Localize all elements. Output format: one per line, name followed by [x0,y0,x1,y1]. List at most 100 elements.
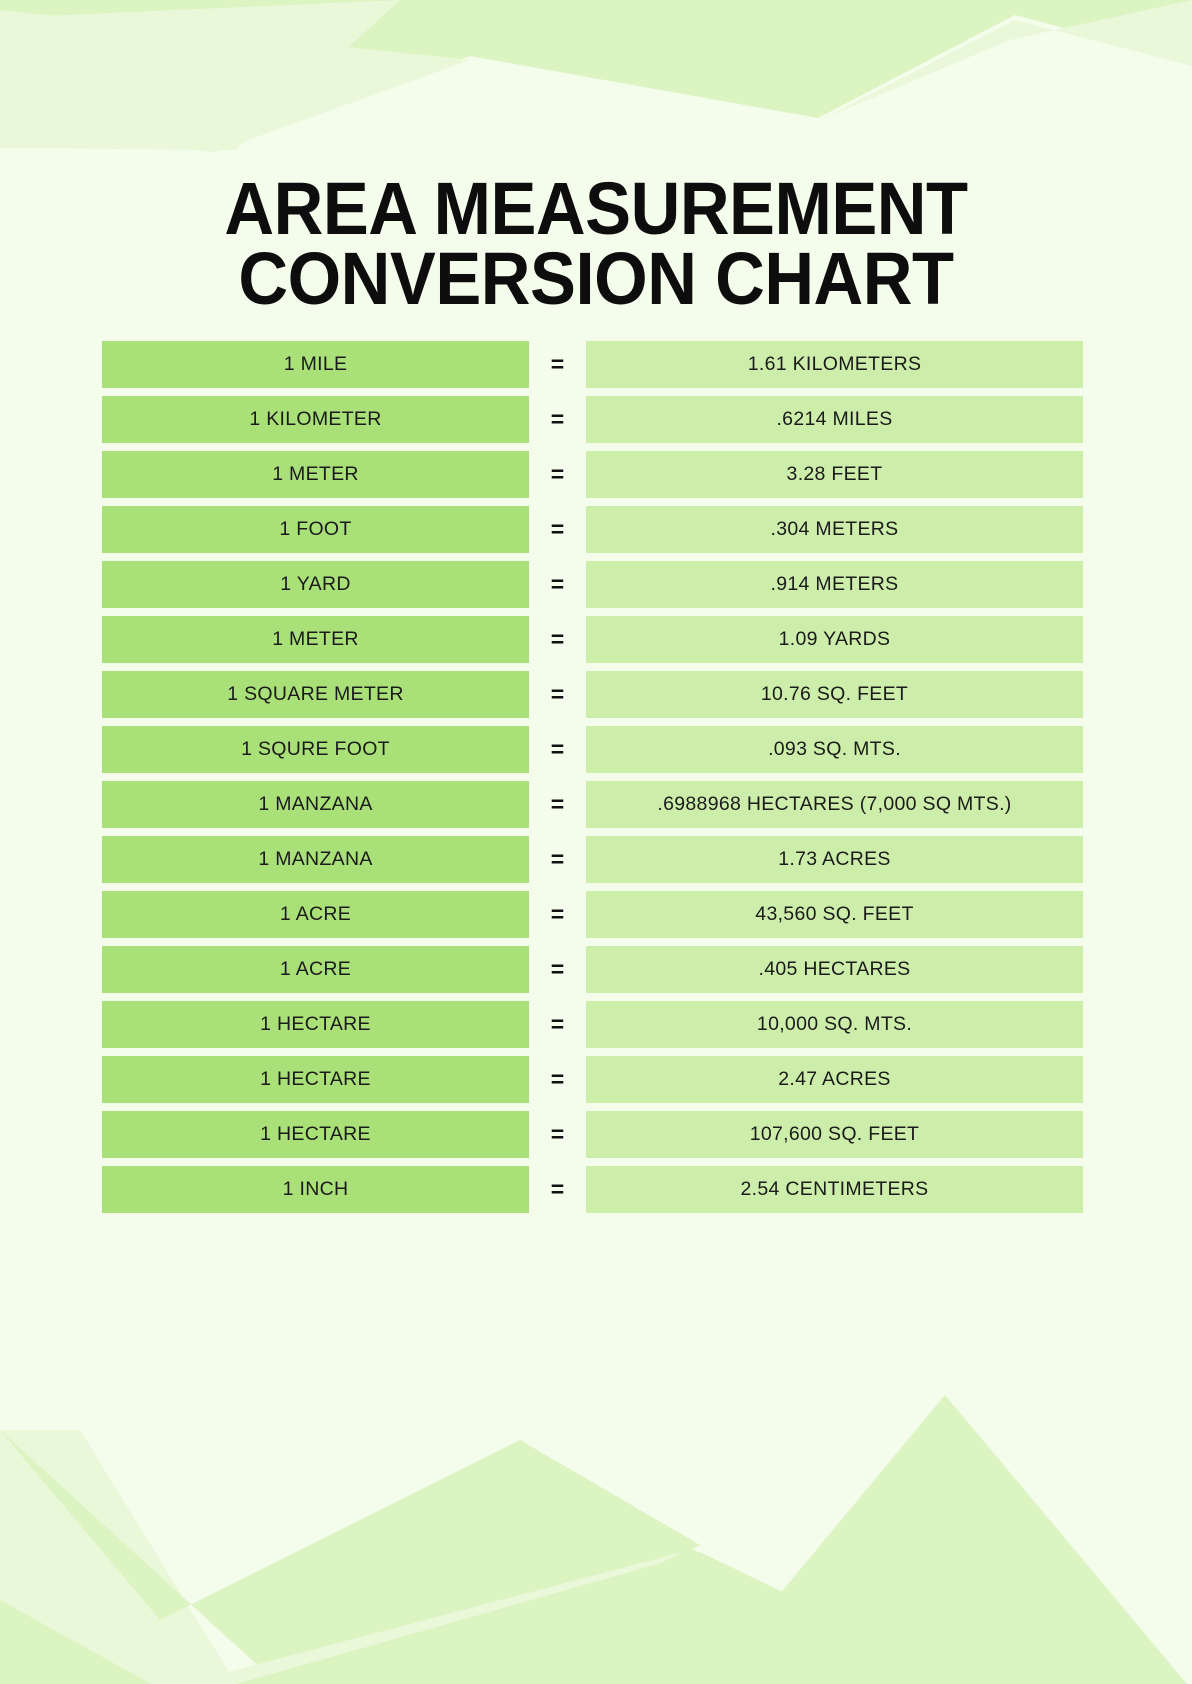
value-cell: .093 SQ. MTS. [586,726,1083,773]
equals-sign: = [550,406,565,432]
equals-sign: = [550,846,565,872]
unit-cell: 1 METER [102,451,529,498]
equals-sign: = [550,1121,565,1147]
unit-cell: 1 MILE [102,341,529,388]
unit-label: 1 ACRE [279,903,352,925]
table-row: 1 ACRE = 43,560 SQ. FEET [102,891,1083,938]
unit-cell: 1 HECTARE [102,1001,529,1048]
unit-label: 1 ACRE [279,958,352,980]
table-row: 1 FOOT = .304 METERS [102,506,1083,553]
value-cell: 2.47 ACRES [586,1056,1083,1103]
unit-label: 1 FOOT [279,518,352,540]
value-cell: 3.28 FEET [586,451,1083,498]
value-cell: 2.54 CENTIMETERS [586,1166,1083,1213]
unit-label: 1 HECTARE [260,1013,371,1035]
page-title-line-2: CONVERSION CHART [238,236,954,320]
unit-label: 1 HECTARE [260,1068,371,1090]
value-label: 43,560 SQ. FEET [755,903,914,925]
equals-sign: = [550,1011,565,1037]
value-label: 10,000 SQ. MTS. [756,1013,913,1035]
equals-sign: = [550,736,565,762]
value-cell: 1.09 YARDS [586,616,1083,663]
page-title: AREA MEASUREMENT CONVERSION CHART [42,166,1151,320]
table-row: 1 KILOMETER = .6214 MILES [102,396,1083,443]
unit-cell: 1 HECTARE [102,1056,529,1103]
unit-label: 1 INCH [282,1178,349,1200]
unit-cell: 1 SQUARE METER [102,671,529,718]
table-row: 1 SQUARE METER = 10.76 SQ. FEET [102,671,1083,718]
value-label: .6214 MILES [776,408,893,430]
value-label: 3.28 FEET [786,463,883,485]
unit-cell: 1 MANZANA [102,836,529,883]
chart-page: AREA MEASUREMENT CONVERSION CHART 1 MILE… [0,0,1192,1684]
table-row: 1 HECTARE = 107,600 SQ. FEET [102,1111,1083,1158]
value-cell: 1.61 KILOMETERS [586,341,1083,388]
table-row: 1 HECTARE = 2.47 ACRES [102,1056,1083,1103]
value-cell: 107,600 SQ. FEET [586,1111,1083,1158]
unit-cell: 1 MANZANA [102,781,529,828]
value-label: 10.76 SQ. FEET [760,683,909,705]
unit-cell: 1 YARD [102,561,529,608]
equals-sign: = [550,626,565,652]
value-cell: .304 METERS [586,506,1083,553]
value-label: 1.73 ACRES [778,848,891,870]
equals-sign: = [550,571,565,597]
table-row: 1 MANZANA = .6988968 HECTARES (7,000 SQ MT… [102,781,1083,828]
unit-label: 1 SQURE FOOT [241,738,390,760]
value-cell: 1.73 ACRES [586,836,1083,883]
value-label: .914 METERS [770,573,899,595]
table-row: 1 MANZANA = 1.73 ACRES [102,836,1083,883]
table-row: 1 HECTARE = 10,000 SQ. MTS. [102,1001,1083,1048]
equals-sign: = [550,681,565,707]
equals-sign: = [550,351,565,377]
value-label: 1.61 KILOMETERS [747,353,922,375]
equals-sign: = [550,956,565,982]
table-row: 1 SQURE FOOT = .093 SQ. MTS. [102,726,1083,773]
conversion-table: 1 MILE = 1.61 KILOMETERS 1 KILOMETER = .6214 … [102,341,1083,1221]
value-cell: .405 HECTARES [586,946,1083,993]
unit-label: 1 SQUARE METER [227,683,404,705]
unit-label: 1 MANZANA [258,793,373,815]
value-label: .304 METERS [770,518,899,540]
value-label: 2.54 CENTIMETERS [740,1178,929,1200]
value-cell: .6214 MILES [586,396,1083,443]
unit-cell: 1 METER [102,616,529,663]
value-label: 2.47 ACRES [778,1068,891,1090]
value-cell: .6988968 HECTARES (7,000 SQ MTS.) [586,781,1083,828]
value-cell: .914 METERS [586,561,1083,608]
equals-sign: = [550,791,565,817]
equals-sign: = [550,1066,565,1092]
value-label: .093 SQ. MTS. [768,738,901,760]
unit-cell: 1 ACRE [102,891,529,938]
value-label: .405 HECTARES [758,958,911,980]
table-row: 1 METER = 1.09 YARDS [102,616,1083,663]
unit-cell: 1 SQURE FOOT [102,726,529,773]
unit-label: 1 MANZANA [258,848,373,870]
value-label: 107,600 SQ. FEET [749,1123,920,1145]
unit-cell: 1 ACRE [102,946,529,993]
value-cell: 43,560 SQ. FEET [586,891,1083,938]
value-cell: 10,000 SQ. MTS. [586,1001,1083,1048]
equals-sign: = [550,516,565,542]
unit-label: 1 HECTARE [260,1123,371,1145]
unit-label: 1 MILE [283,353,348,375]
unit-label: 1 KILOMETER [249,408,382,430]
value-label: 1.09 YARDS [778,628,891,650]
table-row: 1 ACRE = .405 HECTARES [102,946,1083,993]
unit-cell: 1 HECTARE [102,1111,529,1158]
equals-sign: = [550,1176,565,1202]
page-title-line-1: AREA MEASUREMENT [224,166,968,250]
table-row: 1 YARD = .914 METERS [102,561,1083,608]
value-label: .6988968 HECTARES (7,000 SQ MTS.) [657,793,1012,815]
value-cell: 10.76 SQ. FEET [586,671,1083,718]
table-row: 1 METER = 3.28 FEET [102,451,1083,498]
equals-sign: = [550,461,565,487]
unit-label: 1 METER [272,628,359,650]
unit-label: 1 YARD [280,573,351,595]
table-row: 1 MILE = 1.61 KILOMETERS [102,341,1083,388]
unit-cell: 1 KILOMETER [102,396,529,443]
table-row: 1 INCH = 2.54 CENTIMETERS [102,1166,1083,1213]
unit-cell: 1 FOOT [102,506,529,553]
equals-sign: = [550,901,565,927]
unit-cell: 1 INCH [102,1166,529,1213]
